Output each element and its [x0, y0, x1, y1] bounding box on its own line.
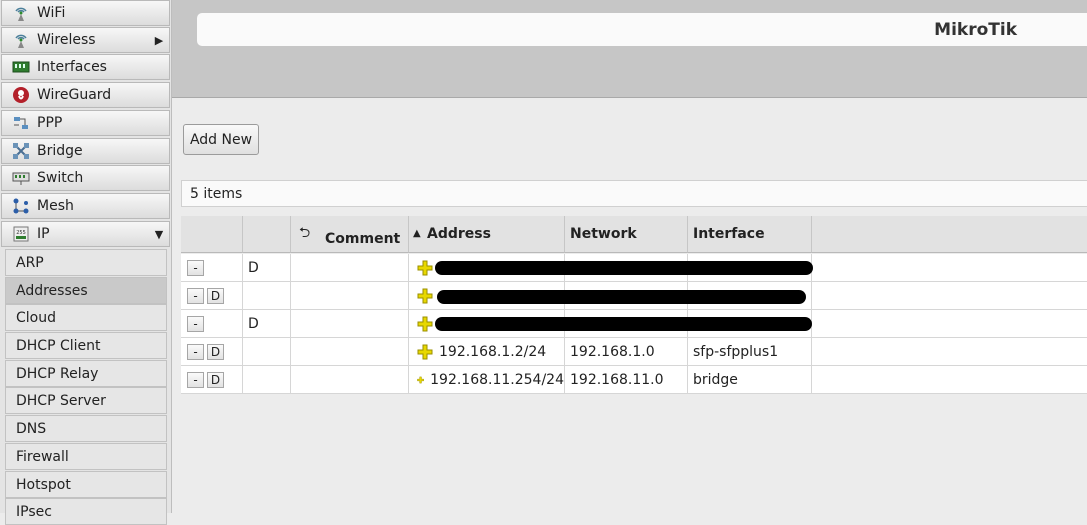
network-cell: 192.168.1.0	[565, 338, 688, 365]
column-header-address[interactable]: ▲ Address	[409, 216, 565, 253]
add-new-button[interactable]: Add New	[183, 124, 259, 155]
interfaces-icon	[10, 58, 32, 76]
address-cell: 192.168.11.254/24	[409, 366, 565, 393]
remove-button[interactable]: -	[187, 287, 204, 304]
submenu-item-ipsec[interactable]: IPsec	[5, 498, 167, 525]
table-row[interactable]: - D	[181, 310, 1087, 338]
column-header-filler	[812, 216, 1087, 253]
address-header-label: Address	[427, 226, 491, 242]
menu-label: WireGuard	[37, 87, 112, 103]
header-bar: MikroTik	[197, 13, 1087, 46]
wireless-antenna-icon	[10, 31, 32, 49]
column-header-network[interactable]: Network	[565, 216, 688, 253]
submenu-item-addresses[interactable]: Addresses	[5, 277, 167, 304]
menu-label: IP	[37, 226, 50, 242]
address-plus-icon	[417, 288, 433, 303]
menu-label: Mesh	[37, 198, 74, 214]
comment-cell	[291, 338, 409, 365]
menu-item-wireless[interactable]: Wireless ▶	[1, 27, 170, 53]
flag-cell: D	[243, 254, 291, 281]
menu-item-switch[interactable]: Switch	[1, 165, 170, 191]
column-header-interface[interactable]: Interface	[688, 216, 812, 253]
table-row[interactable]: - D	[181, 282, 1087, 310]
comment-cell	[291, 254, 409, 281]
flag-cell	[243, 366, 291, 393]
submenu-item-arp[interactable]: ARP	[5, 249, 167, 276]
remove-button[interactable]: -	[187, 371, 204, 388]
submenu-item-dhcp-relay[interactable]: DHCP Relay	[5, 360, 167, 387]
comment-cell	[291, 366, 409, 393]
remove-button[interactable]: -	[187, 259, 204, 276]
redaction-mark	[435, 317, 812, 331]
disable-button[interactable]: D	[207, 287, 224, 304]
menu-label: Switch	[37, 170, 84, 186]
wifi-antenna-icon	[10, 4, 32, 22]
table-row[interactable]: - D	[181, 254, 1087, 282]
interface-cell: bridge	[688, 366, 812, 393]
ip-icon: 255	[10, 225, 32, 243]
item-count: 5 items	[190, 185, 243, 202]
mesh-icon	[10, 197, 32, 215]
address-plus-icon	[417, 316, 433, 331]
menu-item-mesh[interactable]: Mesh	[1, 193, 170, 219]
disable-button[interactable]: D	[207, 371, 224, 388]
address-cell: 192.168.1.2/24	[409, 338, 565, 365]
table-row[interactable]: - D 192.168.11.254/24 192.168.11.0 bridg…	[181, 366, 1087, 394]
menu-label: WiFi	[37, 5, 66, 21]
column-header-actions	[181, 216, 243, 253]
svg-text:255: 255	[16, 230, 26, 236]
menu-item-bridge[interactable]: Bridge	[1, 138, 170, 164]
top-header: MikroTik	[172, 0, 1087, 98]
submenu-item-firewall[interactable]: Firewall	[5, 443, 167, 470]
wireguard-icon	[10, 86, 32, 104]
switch-icon	[10, 169, 32, 187]
brand-title: MikroTik	[934, 20, 1017, 40]
chevron-right-icon: ▶	[154, 33, 164, 47]
item-count-bar: 5 items	[181, 180, 1087, 207]
column-header-flags	[243, 216, 291, 253]
address-plus-icon	[417, 344, 433, 359]
redaction-mark	[435, 261, 813, 275]
flag-cell: D	[243, 310, 291, 337]
menu-label: Bridge	[37, 143, 83, 159]
network-header-label: Network	[570, 226, 637, 242]
submenu-item-dhcp-client[interactable]: DHCP Client	[5, 332, 167, 359]
comment-header-label: Comment	[325, 231, 401, 247]
sort-ascending-icon: ▲	[413, 228, 421, 239]
interface-cell: sfp-sfpplus1	[688, 338, 812, 365]
column-header-comment[interactable]: ⮌ Comment	[291, 216, 409, 253]
flag-cell	[243, 338, 291, 365]
menu-item-ip[interactable]: 255 IP ▼	[1, 221, 170, 247]
submenu-item-hotspot[interactable]: Hotspot	[5, 471, 167, 498]
flag-cell	[243, 282, 291, 309]
remove-button[interactable]: -	[187, 343, 204, 360]
address-plus-icon	[417, 260, 433, 275]
bridge-icon	[10, 142, 32, 160]
menu-item-ppp[interactable]: PPP	[1, 110, 170, 136]
menu-label: Wireless	[37, 32, 96, 48]
disable-button[interactable]: D	[207, 343, 224, 360]
network-cell: 192.168.11.0	[565, 366, 688, 393]
sidebar: WiFi Wireless ▶ Interfaces WireGuard PPP	[0, 0, 172, 525]
table-row[interactable]: - D 192.168.1.2/24 192.168.1.0 sfp-sfppl…	[181, 338, 1087, 366]
menu-item-interfaces[interactable]: Interfaces	[1, 54, 170, 80]
address-plus-icon	[417, 376, 424, 383]
chevron-down-icon: ▼	[154, 227, 164, 241]
submenu-item-cloud[interactable]: Cloud	[5, 304, 167, 331]
menu-label: PPP	[37, 115, 63, 131]
menu-item-wifi[interactable]: WiFi	[1, 0, 170, 26]
redaction-mark	[437, 290, 806, 304]
remove-button[interactable]: -	[187, 315, 204, 332]
comment-cell	[291, 282, 409, 309]
interface-header-label: Interface	[693, 226, 765, 242]
ppp-icon	[10, 114, 32, 132]
comment-toggle-icon[interactable]: ⮌	[299, 222, 310, 246]
comment-cell	[291, 310, 409, 337]
submenu-item-dhcp-server[interactable]: DHCP Server	[5, 387, 167, 414]
menu-item-wireguard[interactable]: WireGuard	[1, 82, 170, 108]
submenu-item-dns[interactable]: DNS	[5, 415, 167, 442]
menu-label: Interfaces	[37, 59, 107, 75]
